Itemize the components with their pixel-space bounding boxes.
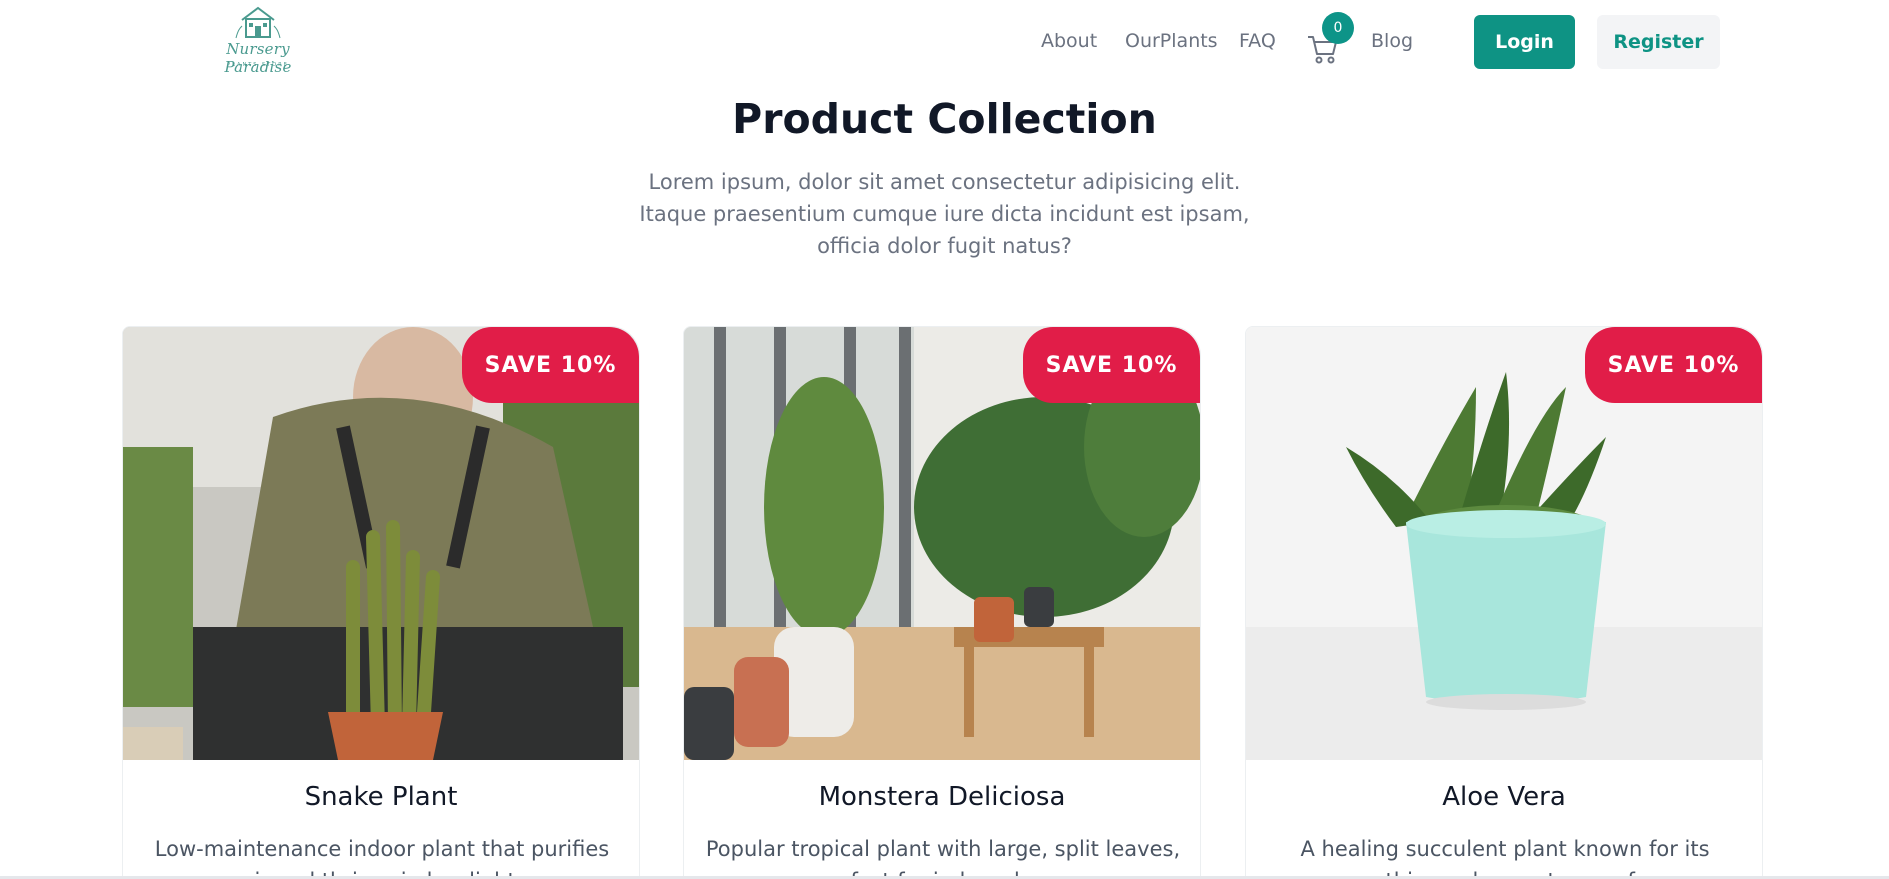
nav-link-about[interactable]: About	[1041, 30, 1097, 52]
login-button[interactable]: Login	[1474, 15, 1575, 69]
product-description: Low-maintenance indoor plant that purifi…	[154, 837, 610, 879]
product-description: A healing succulent plant known for its …	[1300, 837, 1710, 879]
nav-link-blog[interactable]: Blog	[1371, 30, 1413, 52]
product-name: Monstera Deliciosa	[818, 782, 1066, 812]
product-card-snake-plant[interactable]: SAVE 10% Snake Plant Low-maintenance ind…	[122, 326, 640, 879]
cart-count-badge: 0	[1322, 12, 1354, 44]
product-card-aloe-vera[interactable]: SAVE 10% Aloe Vera A healing succulent p…	[1245, 326, 1763, 879]
discount-badge: SAVE 10%	[1023, 327, 1200, 403]
logo-subtitle: PLANTS STORE	[227, 62, 289, 68]
product-description: Popular tropical plant with large, split…	[705, 837, 1181, 879]
discount-badge: SAVE 10%	[1585, 327, 1762, 403]
nav-link-faq[interactable]: FAQ	[1239, 30, 1276, 52]
nav-link-our-plants[interactable]: OurPlants	[1125, 30, 1218, 52]
product-name: Snake Plant	[304, 782, 458, 812]
register-button[interactable]: Register	[1597, 15, 1720, 69]
site-header: Nursery Paradise PLANTS STORE About OurP…	[0, 0, 1889, 88]
product-name: Aloe Vera	[1442, 782, 1566, 812]
page-title: Product Collection	[732, 95, 1157, 143]
page-subtitle: Lorem ipsum, dolor sit amet consectetur …	[639, 170, 1250, 258]
discount-badge: SAVE 10%	[462, 327, 639, 403]
product-card-monstera-deliciosa[interactable]: SAVE 10% Monstera Deliciosa Popular trop…	[683, 326, 1201, 879]
